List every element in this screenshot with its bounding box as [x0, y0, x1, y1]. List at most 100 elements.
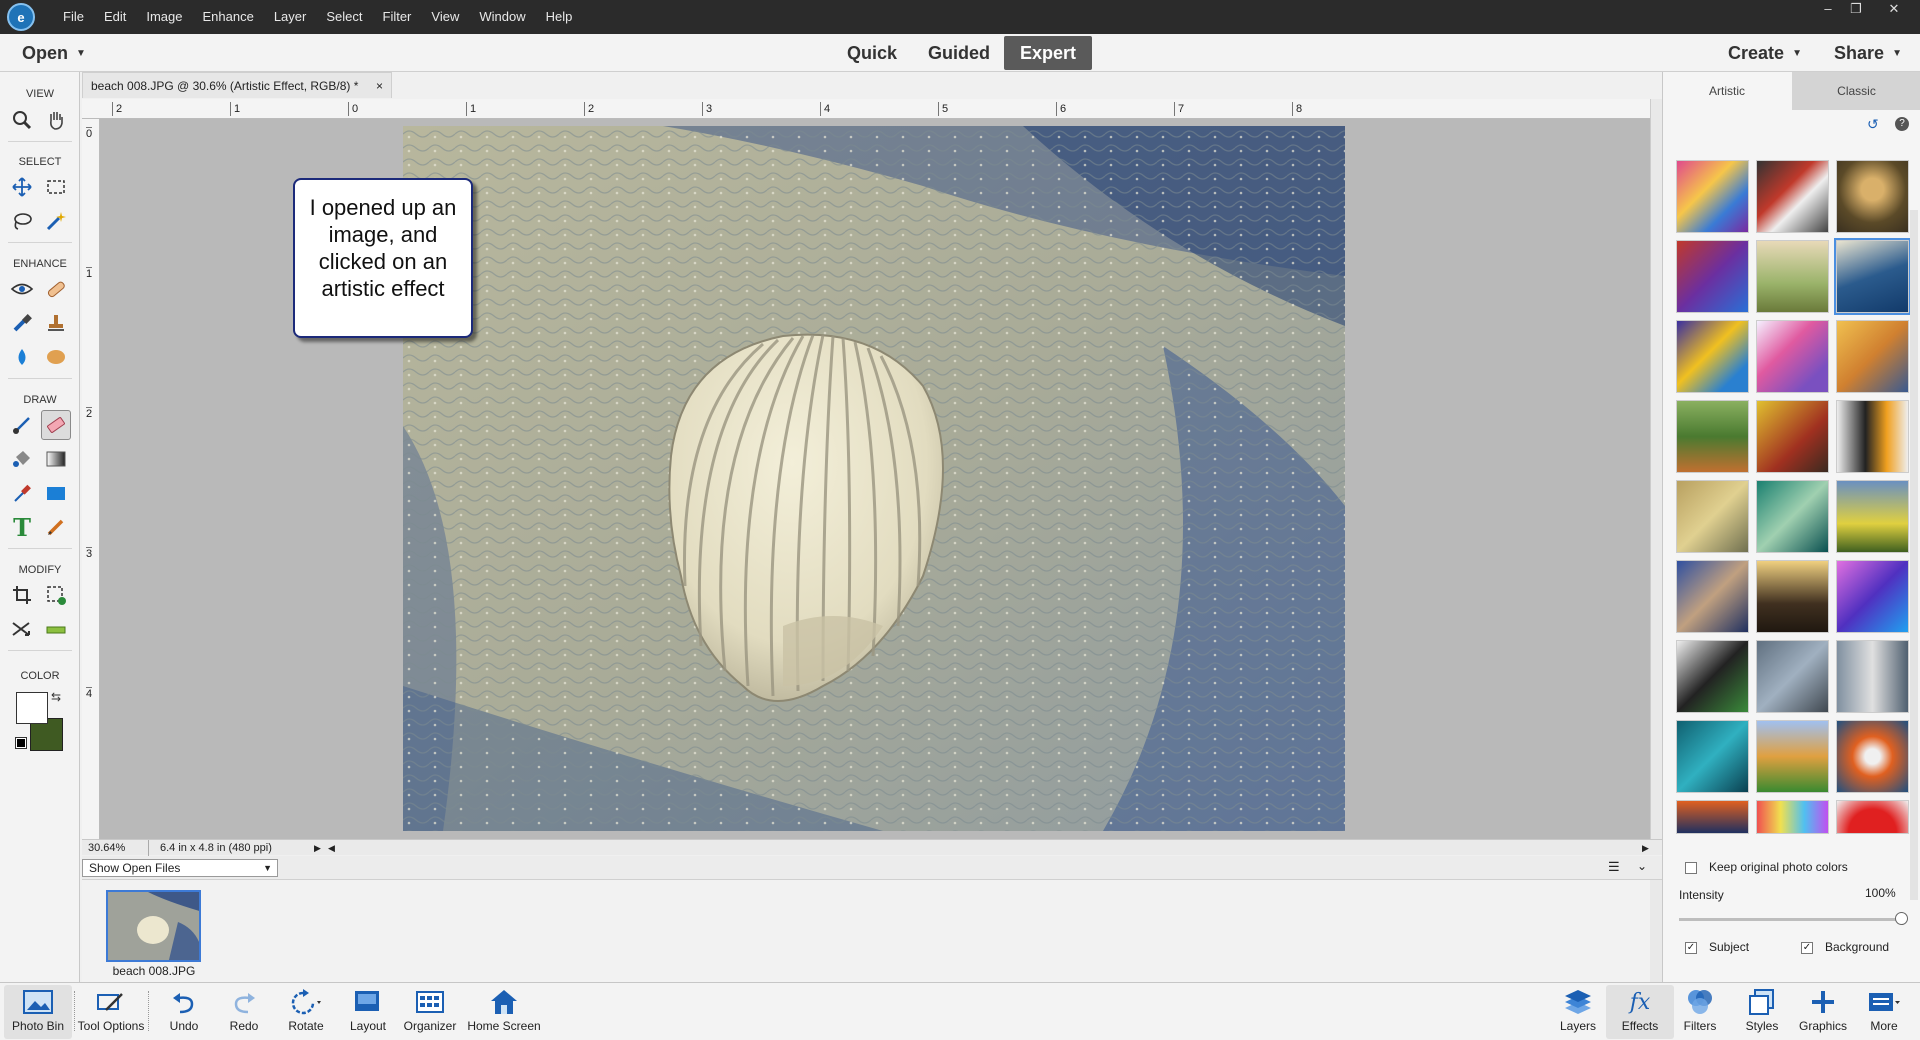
- effect-thumb[interactable]: [1756, 720, 1829, 793]
- styles-button[interactable]: Styles: [1728, 985, 1796, 1039]
- crop-tool-icon[interactable]: [7, 580, 37, 610]
- effect-thumb[interactable]: [1756, 400, 1829, 473]
- restore-button[interactable]: ❐: [1842, 0, 1870, 18]
- effect-thumb[interactable]: [1676, 560, 1749, 633]
- layers-button[interactable]: Layers: [1544, 985, 1612, 1039]
- pencil-tool-icon[interactable]: [41, 512, 71, 542]
- menu-filter[interactable]: Filter: [373, 0, 422, 34]
- move-tool-icon[interactable]: [7, 172, 37, 202]
- effect-thumb[interactable]: [1676, 320, 1749, 393]
- effect-thumb[interactable]: [1836, 160, 1909, 233]
- shape-tool-icon[interactable]: [41, 478, 71, 508]
- keep-colors-checkbox[interactable]: [1685, 862, 1697, 874]
- scroll-left-icon[interactable]: ◀: [328, 840, 335, 856]
- magic-wand-icon[interactable]: [41, 206, 71, 236]
- zoom-tool-icon[interactable]: [7, 105, 37, 135]
- rotate-button[interactable]: Rotate: [272, 985, 340, 1039]
- effect-thumb[interactable]: [1756, 800, 1829, 834]
- menu-image[interactable]: Image: [136, 0, 192, 34]
- clone-stamp-icon[interactable]: [41, 308, 71, 338]
- effects-button[interactable]: fx Effects: [1606, 985, 1674, 1039]
- effect-thumb[interactable]: [1676, 640, 1749, 713]
- scroll-right-icon[interactable]: ▶: [1642, 840, 1649, 856]
- hand-tool-icon[interactable]: [41, 105, 71, 135]
- blur-tool-icon[interactable]: [7, 342, 37, 372]
- effect-thumb[interactable]: [1756, 480, 1829, 553]
- intensity-slider-track[interactable]: [1679, 918, 1901, 921]
- tab-artistic[interactable]: Artistic: [1663, 72, 1791, 110]
- close-icon[interactable]: ×: [376, 73, 383, 99]
- menu-select[interactable]: Select: [316, 0, 372, 34]
- zoom-readout[interactable]: 30.64%: [88, 840, 125, 856]
- default-colors-icon[interactable]: [15, 737, 27, 749]
- eyedropper-icon[interactable]: [7, 478, 37, 508]
- redo-button[interactable]: Redo: [210, 985, 278, 1039]
- sponge-tool-icon[interactable]: [41, 342, 71, 372]
- chevron-down-icon[interactable]: ▼: [76, 48, 86, 59]
- swap-colors-icon[interactable]: ⇆: [51, 690, 61, 704]
- effect-thumb-selected[interactable]: [1834, 238, 1911, 315]
- content-aware-move-icon[interactable]: [7, 614, 37, 644]
- more-button[interactable]: More: [1850, 985, 1918, 1039]
- close-window-button[interactable]: ✕: [1880, 0, 1908, 18]
- share-button[interactable]: Share ▼: [1826, 36, 1910, 70]
- effects-scrollbar[interactable]: [1910, 210, 1918, 900]
- tool-options-button[interactable]: Tool Options: [76, 985, 146, 1039]
- effect-thumb[interactable]: [1756, 320, 1829, 393]
- effect-thumb[interactable]: [1756, 560, 1829, 633]
- effect-thumb[interactable]: [1756, 640, 1829, 713]
- marquee-tool-icon[interactable]: [41, 172, 71, 202]
- subject-checkbox[interactable]: ✓: [1685, 942, 1697, 954]
- show-files-select[interactable]: Show Open Files ▼: [82, 859, 278, 877]
- effect-thumb[interactable]: [1836, 720, 1909, 793]
- undo-button[interactable]: Undo: [150, 985, 218, 1039]
- menu-file[interactable]: File: [53, 0, 94, 34]
- paint-bucket-icon[interactable]: [7, 444, 37, 474]
- tab-guided[interactable]: Guided: [918, 36, 1000, 70]
- organizer-button[interactable]: Organizer: [394, 985, 466, 1039]
- recompose-tool-icon[interactable]: [41, 580, 71, 610]
- effect-thumb[interactable]: [1836, 560, 1909, 633]
- open-button[interactable]: Open ▼: [14, 36, 94, 70]
- effect-thumb[interactable]: [1836, 480, 1909, 553]
- tab-expert[interactable]: Expert: [1004, 36, 1092, 70]
- effect-thumb[interactable]: [1676, 400, 1749, 473]
- document-tab[interactable]: beach 008.JPG @ 30.6% (Artistic Effect, …: [82, 72, 392, 98]
- effect-thumb[interactable]: [1756, 160, 1829, 233]
- effect-thumb[interactable]: [1676, 480, 1749, 553]
- gradient-tool-icon[interactable]: [41, 444, 71, 474]
- straighten-tool-icon[interactable]: [41, 614, 71, 644]
- vertical-scrollbar[interactable]: [1650, 99, 1662, 839]
- photo-thumbnail[interactable]: [106, 890, 201, 962]
- background-checkbox[interactable]: ✓: [1801, 942, 1813, 954]
- menu-edit[interactable]: Edit: [94, 0, 136, 34]
- document-image[interactable]: [403, 126, 1345, 831]
- effect-thumb[interactable]: [1836, 400, 1909, 473]
- type-tool-icon[interactable]: T: [7, 512, 37, 542]
- help-icon[interactable]: ?: [1895, 117, 1909, 131]
- graphics-button[interactable]: Graphics: [1788, 985, 1858, 1039]
- intensity-slider-thumb[interactable]: [1895, 912, 1908, 925]
- effect-thumb[interactable]: [1676, 720, 1749, 793]
- effect-thumb[interactable]: [1756, 240, 1829, 313]
- effect-thumb[interactable]: [1836, 640, 1909, 713]
- tab-classic[interactable]: Classic: [1792, 72, 1920, 110]
- filters-button[interactable]: Filters: [1666, 985, 1734, 1039]
- effect-thumb[interactable]: [1676, 160, 1749, 233]
- eraser-tool-icon[interactable]: [41, 410, 71, 440]
- menu-help[interactable]: Help: [536, 0, 583, 34]
- menu-window[interactable]: Window: [469, 0, 535, 34]
- chevron-right-icon[interactable]: ▶: [314, 840, 321, 856]
- tab-quick[interactable]: Quick: [832, 36, 912, 70]
- red-eye-icon[interactable]: [7, 274, 37, 304]
- bin-menu-icon[interactable]: ☰: [1608, 859, 1620, 875]
- smart-brush-icon[interactable]: [7, 308, 37, 338]
- menu-layer[interactable]: Layer: [264, 0, 317, 34]
- home-screen-button[interactable]: Home Screen: [462, 985, 546, 1039]
- collapse-bin-icon[interactable]: ⌄: [1637, 859, 1647, 873]
- bin-scrollbar[interactable]: [1650, 880, 1662, 982]
- effect-thumb[interactable]: [1836, 320, 1909, 393]
- minimize-button[interactable]: –: [1814, 0, 1842, 18]
- effect-thumb[interactable]: [1676, 240, 1749, 313]
- brush-tool-icon[interactable]: [7, 410, 37, 440]
